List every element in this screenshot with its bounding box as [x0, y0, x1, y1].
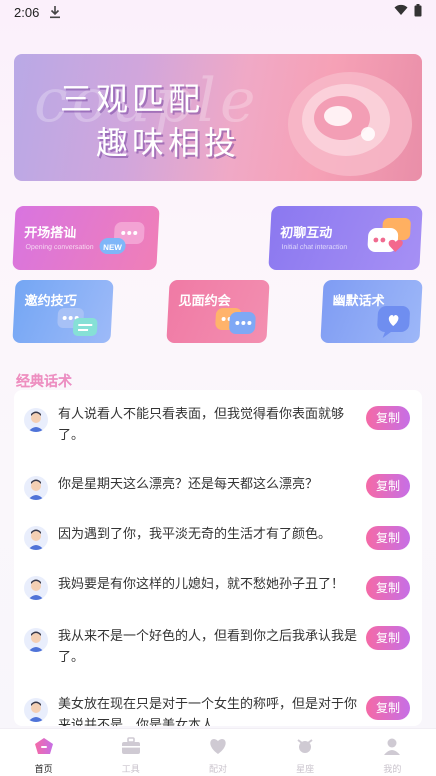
copy-button[interactable]: 复制 — [366, 576, 410, 600]
banner-title-line2: 趣味相投 — [96, 124, 241, 162]
phrase-text: 美女放在现在只是对于一个女生的称呼，但是对于你来说并不是，你是美女本人 — [58, 697, 358, 726]
feature-subtitle: Initial chat interaction — [281, 244, 348, 251]
status-bar: 2:06 — [0, 0, 436, 24]
feature-meeting-date[interactable]: 见面约会 — [166, 280, 270, 343]
list-item: 有人说看人不能只看表面，但我觉得看你表面就够了。 复制 — [14, 404, 422, 454]
battery-icon — [414, 3, 422, 21]
list-item: 因为遇到了你，我平淡无奇的生活才有了颜色。 复制 — [14, 524, 422, 554]
tab-label: 星座 — [296, 765, 315, 775]
tab-constellation[interactable]: 星座 — [275, 737, 335, 775]
avatar — [24, 628, 48, 652]
hero-banner[interactable]: couple 三观匹配 趣味相投 — [14, 54, 422, 181]
feature-opening-chat[interactable]: 开场搭讪 Opening conversation NEW — [12, 206, 160, 270]
heart-bubble-icon — [377, 306, 410, 338]
copy-button[interactable]: 复制 — [366, 696, 410, 720]
feature-invitation-tips[interactable]: 邀约技巧 — [12, 280, 114, 343]
chat-bubbles-icon — [57, 308, 98, 336]
list-item: 我从来不是一个好色的人，但看到你之后我承认我是了。 复制 — [14, 626, 422, 676]
feature-title: 开场搭讪 — [23, 226, 77, 241]
star-sign-icon — [295, 737, 315, 759]
section-title-classic-phrases: 经典话术 — [16, 371, 72, 391]
banner-title-line1: 三观匹配 — [60, 80, 205, 118]
list-item: 我妈要是有你这样的儿媳妇，就不愁她孙子丑了！ 复制 — [14, 574, 422, 604]
phrase-list: 有人说看人不能只看表面，但我觉得看你表面就够了。 复制 你是星期天这么漂亮？还是… — [14, 390, 422, 726]
avatar — [24, 408, 48, 432]
toolbox-icon — [121, 737, 141, 759]
list-item: 美女放在现在只是对于一个女生的称呼，但是对于你来说并不是，你是美女本人 复制 — [14, 694, 422, 726]
feature-title: 初聊互动 — [279, 226, 333, 241]
chat-new-icon: NEW — [99, 222, 145, 254]
date-chat-icon — [215, 308, 256, 334]
download-icon — [49, 5, 61, 19]
shell-illustration — [288, 72, 412, 176]
avatar — [24, 698, 48, 722]
phrase-text: 我从来不是一个好色的人，但看到你之后我承认我是了。 — [58, 629, 358, 665]
avatar — [24, 576, 48, 600]
tab-mine[interactable]: 我的 — [362, 737, 422, 775]
tab-match[interactable]: 配对 — [188, 737, 248, 775]
avatar — [24, 476, 48, 500]
tab-label: 配对 — [208, 765, 227, 775]
wifi-icon — [394, 4, 408, 20]
copy-button[interactable]: 复制 — [366, 474, 410, 498]
tab-home[interactable]: 首页 — [14, 737, 74, 775]
phrase-text: 因为遇到了你，我平淡无奇的生活才有了颜色。 — [58, 527, 332, 542]
tab-label: 工具 — [121, 765, 140, 775]
phrase-text: 有人说看人不能只看表面，但我觉得看你表面就够了。 — [58, 407, 345, 443]
profile-icon — [382, 737, 402, 759]
tab-label: 首页 — [34, 765, 53, 775]
bottom-tab-bar: 首页 工具 配对 星座 我的 — [0, 728, 436, 776]
feature-subtitle: Opening conversation — [25, 244, 94, 251]
status-time: 2:06 — [14, 4, 40, 20]
phrase-text: 我妈要是有你这样的儿媳妇，就不愁她孙子丑了！ — [58, 577, 345, 592]
chat-heart-icon — [367, 218, 411, 252]
tab-label: 我的 — [383, 765, 402, 775]
avatar — [24, 526, 48, 550]
heart-icon — [208, 737, 228, 759]
tab-tools[interactable]: 工具 — [101, 737, 161, 775]
home-icon — [34, 737, 54, 759]
copy-button[interactable]: 复制 — [366, 626, 410, 650]
copy-button[interactable]: 复制 — [366, 406, 410, 430]
list-item: 你是星期天这么漂亮？还是每天都这么漂亮？ 复制 — [14, 474, 422, 504]
feature-initial-interaction[interactable]: 初聊互动 Initial chat interaction — [268, 206, 423, 270]
feature-humor-talk[interactable]: 幽默话术 — [320, 280, 423, 343]
phrase-text: 你是星期天这么漂亮？还是每天都这么漂亮？ — [58, 477, 319, 492]
copy-button[interactable]: 复制 — [366, 526, 410, 550]
new-badge: NEW — [103, 243, 123, 252]
